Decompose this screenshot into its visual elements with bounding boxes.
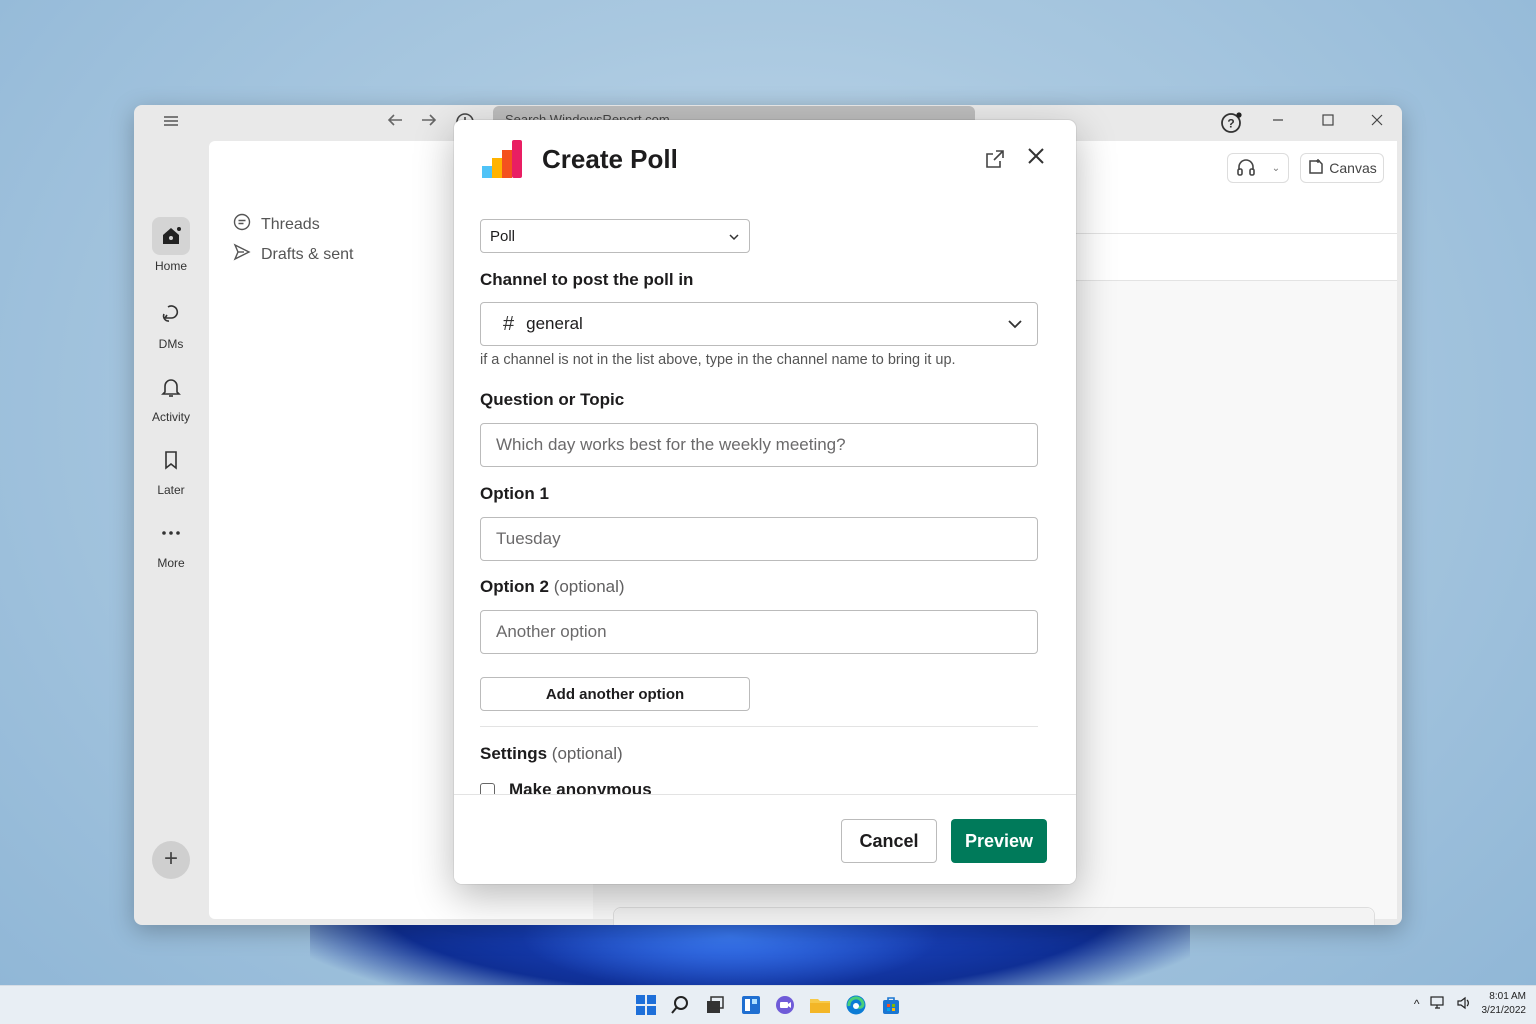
chevron-up-icon[interactable]: ^	[1414, 997, 1420, 1011]
system-tray: ^ 8:01 AM 3/21/2022	[1414, 990, 1526, 1018]
rail-label-later: Later	[157, 483, 185, 497]
add-workspace-button[interactable]: +	[152, 841, 190, 879]
forward-arrow-icon[interactable]	[418, 112, 440, 134]
send-icon	[233, 243, 251, 266]
option2-input[interactable]	[480, 610, 1038, 654]
close-window-icon[interactable]	[1366, 112, 1388, 134]
plus-icon: +	[163, 845, 178, 872]
rail-item-activity[interactable]: Activity	[134, 368, 208, 424]
section-divider	[480, 726, 1038, 727]
preview-button[interactable]: Preview	[951, 819, 1047, 863]
file-explorer-icon[interactable]	[809, 994, 833, 1018]
bookmark-icon	[152, 441, 190, 479]
hash-icon: #	[503, 312, 515, 335]
back-arrow-icon[interactable]	[384, 112, 406, 134]
home-icon	[152, 217, 190, 255]
svg-text:?: ?	[1227, 117, 1234, 131]
settings-label-text: Settings	[480, 744, 548, 763]
rail-item-later[interactable]: Later	[134, 441, 208, 497]
workspace-rail: Home DMs Activity Later More +	[134, 141, 208, 925]
modal-header: Create Poll	[454, 120, 1076, 200]
more-dots-icon	[152, 514, 190, 552]
canvas-label: Canvas	[1329, 160, 1377, 176]
option1-input[interactable]	[480, 517, 1038, 561]
message-composer[interactable]: ➤ ⌄	[613, 907, 1375, 925]
composer-toolbar	[614, 908, 1374, 925]
canvas-button[interactable]: Canvas	[1300, 153, 1384, 183]
option1-label: Option 1	[480, 484, 549, 503]
optional-suffix: (optional)	[553, 577, 625, 596]
create-poll-modal: Create Poll Poll Channel to post the pol…	[454, 120, 1076, 884]
sidebar-item-label: Threads	[261, 215, 320, 233]
headphones-icon	[1236, 158, 1256, 179]
anonymous-checkbox[interactable]	[480, 782, 495, 794]
dms-icon	[152, 295, 190, 333]
bell-icon	[152, 368, 190, 406]
rail-label-more: More	[157, 556, 185, 570]
minimize-icon[interactable]	[1267, 112, 1289, 134]
optional-suffix: (optional)	[551, 744, 623, 763]
task-view-icon[interactable]	[704, 994, 728, 1018]
clock[interactable]: 8:01 AM 3/21/2022	[1482, 990, 1527, 1018]
channel-hint: if a channel is not in the list above, t…	[480, 352, 956, 368]
menu-icon[interactable]	[160, 112, 182, 134]
question-input[interactable]	[480, 423, 1038, 467]
clock-time: 8:01 AM	[1489, 991, 1526, 1002]
rail-item-dms[interactable]: DMs	[134, 295, 208, 351]
huddle-button[interactable]: ⌄	[1227, 153, 1289, 183]
help-icon[interactable]: ?	[1220, 112, 1242, 134]
search-icon[interactable]	[669, 994, 693, 1018]
chat-icon[interactable]	[774, 994, 798, 1018]
poll-type-value: Poll	[490, 227, 516, 245]
anonymous-option[interactable]: Make anonymous	[480, 780, 652, 794]
option2-label: Option 2 (optional)	[480, 577, 625, 597]
clock-date: 3/21/2022	[1481, 1005, 1527, 1016]
rail-label-dms: DMs	[158, 337, 184, 351]
poll-app-logo	[482, 140, 522, 178]
close-icon[interactable]	[1024, 146, 1048, 170]
channel-label: Channel to post the poll in	[480, 270, 694, 289]
add-option-button[interactable]: Add another option	[480, 677, 750, 711]
chevron-down-icon	[1007, 314, 1023, 334]
sidebar-item-label: Drafts & sent	[261, 245, 354, 263]
windows-taskbar: ^ 8:01 AM 3/21/2022	[0, 985, 1536, 1024]
option2-label-text: Option 2	[480, 577, 549, 596]
sidebar-item-drafts[interactable]: Drafts & sent	[233, 243, 353, 266]
rail-label-activity: Activity	[151, 410, 190, 424]
rail-label-home: Home	[154, 259, 187, 273]
poll-type-select[interactable]: Poll	[480, 219, 750, 253]
rail-item-more[interactable]: More	[134, 514, 208, 570]
channel-value: general	[526, 314, 583, 333]
modal-title: Create Poll	[542, 144, 678, 174]
anonymous-label: Make anonymous	[509, 780, 652, 794]
chevron-down-icon	[728, 228, 740, 245]
external-link-icon[interactable]	[984, 148, 1006, 170]
widgets-icon[interactable]	[740, 994, 764, 1018]
chevron-down-icon: ⌄	[1271, 162, 1281, 174]
settings-label: Settings (optional)	[480, 744, 623, 764]
rail-item-home[interactable]: Home	[134, 217, 208, 273]
question-label: Question or Topic	[480, 390, 625, 409]
threads-icon	[233, 213, 251, 236]
canvas-icon	[1307, 158, 1325, 179]
modal-footer: Cancel Preview	[454, 794, 1076, 884]
store-icon[interactable]	[880, 994, 904, 1018]
maximize-icon[interactable]	[1317, 112, 1339, 134]
start-icon[interactable]	[635, 994, 659, 1018]
channel-select[interactable]: # general	[480, 302, 1038, 346]
network-icon[interactable]	[1429, 995, 1446, 1013]
modal-body: Poll Channel to post the poll in # gener…	[454, 200, 1076, 794]
volume-icon[interactable]	[1456, 996, 1472, 1013]
cancel-button[interactable]: Cancel	[841, 819, 937, 863]
edge-browser-icon[interactable]	[845, 994, 869, 1018]
sidebar-item-threads[interactable]: Threads	[233, 213, 320, 236]
